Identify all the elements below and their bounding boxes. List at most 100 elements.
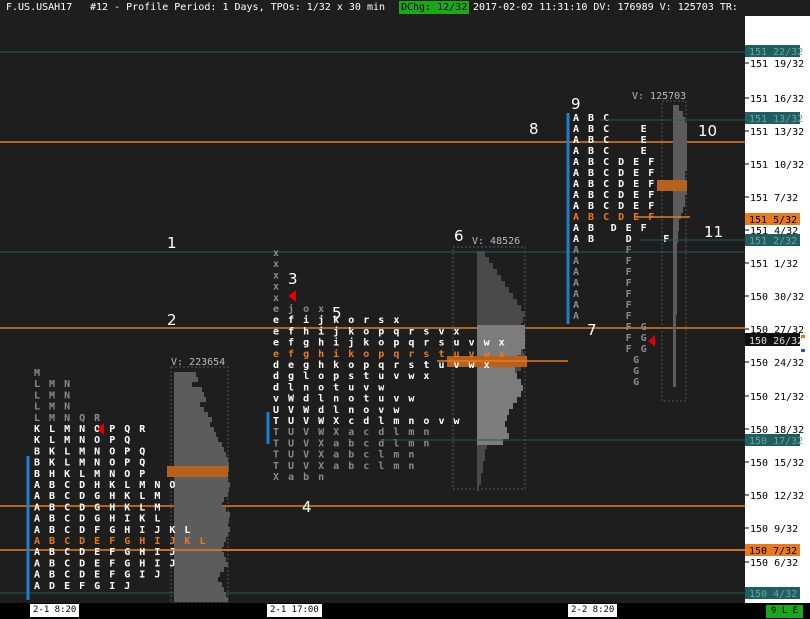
volume-bar bbox=[673, 219, 679, 225]
tpo-row: A B C D E F G H I J bbox=[34, 547, 177, 558]
volume-bar bbox=[174, 387, 202, 392]
volume-bar bbox=[673, 243, 677, 249]
tpo-row: M bbox=[34, 368, 42, 379]
volume-bar bbox=[673, 135, 687, 141]
annotation-number: 2 bbox=[167, 311, 177, 329]
volume-bar bbox=[174, 432, 216, 437]
tpo-row: A F bbox=[573, 278, 633, 289]
volume-bar bbox=[174, 507, 226, 512]
tpo-row: F G bbox=[573, 333, 648, 344]
tpo-row: d l n o t u v w bbox=[273, 382, 386, 393]
axis-tick-label: 150 15/32 bbox=[750, 458, 804, 469]
faded-price-label-text: 151 2/32 bbox=[749, 236, 797, 247]
volume-bar bbox=[477, 449, 485, 455]
volume-bar bbox=[673, 345, 676, 351]
chart-canvas[interactable]: ML M NL M NL M NL M N Q RK L M N O P Q R… bbox=[0, 0, 745, 603]
volume-bar bbox=[174, 397, 206, 402]
volume-bar bbox=[477, 421, 505, 427]
volume-bar bbox=[477, 275, 501, 281]
volume-bar bbox=[477, 409, 509, 415]
tpo-row: L M N bbox=[34, 390, 72, 401]
axis-tick-label: 150 30/32 bbox=[750, 292, 804, 303]
volume-bar bbox=[673, 351, 676, 357]
highlight-price-label-text: 150 7/32 bbox=[749, 546, 797, 557]
tpo-row: x bbox=[273, 270, 281, 281]
volume-bar bbox=[174, 402, 200, 407]
volume-bar bbox=[174, 557, 226, 562]
volume-bar bbox=[174, 427, 214, 432]
volume-bar bbox=[174, 372, 196, 377]
dchg-badge: DChg: 12/32 bbox=[399, 1, 470, 14]
volume-bar bbox=[174, 582, 222, 587]
poc-bar bbox=[167, 466, 228, 477]
tpo-row: F G bbox=[573, 322, 648, 333]
volume-bar bbox=[673, 105, 679, 111]
volume-bar bbox=[174, 452, 226, 457]
tpo-row: T U V W X a c d l m n bbox=[273, 427, 431, 438]
volume-bar bbox=[673, 123, 687, 129]
volume-label: V: 223654 bbox=[171, 357, 225, 368]
faded-price-label-text: 150 4/32 bbox=[749, 589, 797, 600]
volume-bar bbox=[673, 363, 676, 369]
tpo-row: x bbox=[273, 248, 281, 259]
tpo-row: A F bbox=[573, 267, 633, 278]
annotation-number: 1 bbox=[167, 234, 177, 252]
volume-bar bbox=[477, 479, 481, 485]
volume-bar bbox=[673, 159, 687, 165]
tpo-row: A B C D E F G I J bbox=[34, 570, 162, 581]
tpo-row: B H K L M N O P bbox=[34, 469, 147, 480]
volume-bar bbox=[174, 417, 212, 422]
volume-bar bbox=[477, 251, 485, 257]
price-axis[interactable]: 151 19/32 151 16/32 151 13/32 151 10/32 151 … bbox=[745, 16, 810, 603]
tpo-row: G bbox=[573, 355, 641, 366]
volume-bar bbox=[174, 457, 228, 462]
volume-bar bbox=[673, 153, 687, 159]
volume-bar bbox=[477, 325, 525, 331]
volume-bar bbox=[673, 291, 677, 297]
volume-bar bbox=[477, 317, 523, 323]
volume-bar bbox=[174, 567, 224, 572]
tpo-row: v W d l n o t u v w bbox=[273, 394, 416, 405]
volume-bar bbox=[477, 385, 523, 391]
volume-bar bbox=[174, 482, 230, 487]
tpo-row: X a b n bbox=[273, 472, 326, 483]
volume-bar bbox=[673, 171, 685, 177]
volume-bar bbox=[673, 267, 677, 273]
tpo-row: A B C E bbox=[573, 146, 648, 157]
tpo-row: A B C E bbox=[573, 135, 648, 146]
volume-bar bbox=[477, 397, 517, 403]
volume-bar bbox=[174, 572, 220, 577]
tpo-row: e f g h i k o p q r s t u v w x bbox=[273, 348, 506, 360]
volume-bar bbox=[673, 111, 683, 117]
volume-bar bbox=[174, 497, 224, 502]
volume-bar bbox=[673, 207, 683, 213]
tpo-row: A F bbox=[573, 311, 633, 322]
current-price-label-text: 150 26/32 bbox=[749, 336, 803, 347]
volume-bar bbox=[174, 577, 218, 582]
tpo-row: U V W d l n o v w bbox=[273, 405, 401, 416]
annotation-number: 3 bbox=[288, 270, 298, 288]
volume-bar bbox=[477, 331, 525, 337]
axis-tick-label: 150 12/32 bbox=[750, 491, 804, 502]
axis-tick-label: 150 6/32 bbox=[750, 558, 798, 569]
volume-bar bbox=[673, 315, 676, 321]
volume-bar bbox=[673, 231, 678, 237]
volume-bar bbox=[174, 587, 224, 592]
marker-triangle bbox=[648, 335, 655, 347]
tpo-row: T U V X a b c l m n bbox=[273, 450, 416, 461]
volume-bar bbox=[673, 279, 677, 285]
axis-tick-label: 151 13/32 bbox=[750, 127, 804, 138]
profile-description: #12 - Profile Period: 1 Days, TPOs: 1/32… bbox=[90, 2, 386, 13]
time-axis[interactable] bbox=[0, 603, 810, 619]
volume-bar bbox=[673, 375, 676, 381]
volume-bar bbox=[673, 141, 687, 147]
volume-bar bbox=[477, 263, 493, 269]
volume-bar bbox=[174, 442, 222, 447]
volume-bar bbox=[673, 255, 677, 261]
time-label: 2-2 8:20 bbox=[568, 604, 618, 617]
axis-tick-label: 151 10/32 bbox=[750, 160, 804, 171]
volume-bar bbox=[673, 321, 676, 327]
axis-tick-label: 150 21/32 bbox=[750, 392, 804, 403]
tpo-row: T U V X a b c l m n bbox=[273, 461, 416, 472]
volume-bar bbox=[477, 269, 497, 275]
